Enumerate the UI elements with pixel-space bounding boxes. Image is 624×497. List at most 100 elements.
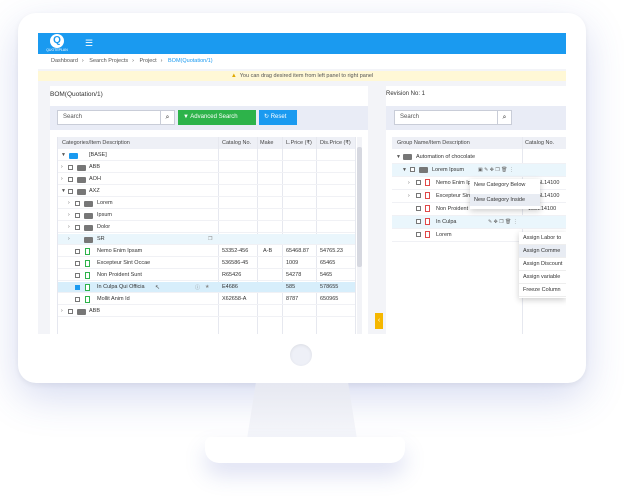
document-icon — [85, 247, 90, 255]
document-icon — [425, 230, 430, 238]
table-row[interactable]: › Lorem — [58, 198, 355, 209]
col-catalog[interactable]: Catalog No. — [222, 140, 251, 146]
table-row[interactable]: ▼ AXZ — [58, 186, 355, 197]
scrollbar[interactable] — [357, 137, 362, 334]
search-icon[interactable]: ⌕ — [497, 111, 511, 124]
folder-icon — [84, 200, 93, 207]
chevron-right-icon[interactable]: › — [61, 164, 63, 170]
row-checkbox[interactable] — [68, 165, 73, 170]
copy-icon[interactable]: ❐ — [208, 236, 212, 242]
monitor-stand — [247, 383, 357, 439]
chevron-right-icon[interactable]: › — [408, 193, 410, 199]
chevron-right-icon[interactable]: › — [68, 236, 70, 242]
logo-mark: Q — [50, 34, 64, 48]
document-icon — [85, 271, 90, 279]
row-checkbox[interactable] — [75, 249, 80, 254]
col-catalog[interactable]: Catalog No. — [525, 140, 554, 146]
table-row[interactable]: › Ipsum — [58, 210, 355, 221]
hamburger-icon[interactable]: ☰ — [85, 39, 93, 48]
row-checkbox[interactable] — [75, 201, 80, 206]
row-checkbox[interactable] — [68, 309, 73, 314]
menu-freeze-column[interactable]: Freeze Column — [519, 284, 566, 297]
table-row[interactable]: › ABB — [58, 162, 355, 173]
notice-text: You can drag desired item from left pane… — [239, 73, 374, 79]
chevron-right-icon[interactable]: › — [68, 200, 70, 206]
breadcrumb-search-projects[interactable]: Search Projects — [89, 58, 128, 64]
search-icon[interactable]: ⌕ — [160, 111, 174, 124]
row-checkbox[interactable] — [68, 189, 73, 194]
document-icon — [425, 178, 430, 186]
menu-assign-discount[interactable]: Assign Discount — [519, 258, 566, 271]
chevron-right-icon[interactable]: › — [61, 308, 63, 314]
search-input[interactable]: Search ⌕ — [394, 110, 512, 125]
row-checkbox[interactable] — [75, 261, 80, 266]
app-logo[interactable]: Q QUOTEPLAN — [42, 34, 72, 53]
folder-icon — [84, 224, 93, 231]
monitor-base — [205, 437, 405, 463]
table-row[interactable]: In Culpa Qui Officia ↖ ⓘ ★ E4686 585 578… — [58, 282, 355, 293]
search-input[interactable]: Search ⌕ — [57, 110, 175, 125]
chevron-down-icon[interactable]: ▼ — [61, 188, 66, 194]
row-checkbox[interactable] — [416, 219, 421, 224]
col-description[interactable]: Categories/Item Description — [62, 140, 130, 146]
breadcrumb-current: BOM(Quotation/1) — [168, 58, 213, 64]
col-lprice[interactable]: L.Price (₹) — [286, 140, 312, 146]
row-action-icons[interactable]: ✎ ✥ ❐ 🗑 ⋮ — [488, 219, 518, 225]
table-row[interactable]: In Culpa ✎ ✥ ❐ 🗑 ⋮ — [392, 216, 566, 229]
chevron-right-icon[interactable]: › — [408, 180, 410, 186]
chevron-right-icon[interactable]: › — [61, 176, 63, 182]
menu-assign-variable[interactable]: Assign variable — [519, 271, 566, 284]
info-icon[interactable]: ⓘ — [195, 284, 200, 291]
table-header: Categories/Item Description Catalog No. … — [58, 137, 355, 149]
col-dprice[interactable]: Dis.Price (₹) — [320, 140, 351, 146]
table-row[interactable]: Non Proident Sunt R65426 54278 5465 — [58, 270, 355, 281]
advanced-search-button[interactable]: ▼ Advanced Search — [178, 110, 256, 125]
scroll-thumb[interactable] — [357, 147, 362, 267]
chevron-right-icon[interactable]: › — [68, 224, 70, 230]
col-group-description[interactable]: Group Name/Item Description — [397, 140, 470, 146]
table-row[interactable]: › ABB — [58, 306, 355, 317]
row-action-icons[interactable]: ▣ ✎ ✥ ❐ 🗑 ⋮ — [478, 167, 514, 173]
table-row[interactable]: Mollit Anim Id X62658-A 8787 650965 — [58, 294, 355, 305]
row-checkbox[interactable] — [68, 177, 73, 182]
menu-assign-labor[interactable]: Assign Labor to — [519, 232, 566, 245]
table-row[interactable]: › AOH — [58, 174, 355, 185]
row-checkbox[interactable] — [416, 206, 421, 211]
row-checkbox[interactable] — [75, 297, 80, 302]
table-row[interactable]: › SR ❐ — [58, 234, 355, 245]
monitor-button — [290, 344, 312, 366]
row-checkbox[interactable] — [416, 232, 421, 237]
chevron-down-icon[interactable]: ▼ — [396, 154, 401, 160]
row-checkbox[interactable] — [75, 285, 80, 290]
col-make[interactable]: Make — [260, 140, 273, 146]
chevron-right-icon[interactable]: › — [68, 212, 70, 218]
breadcrumb-dashboard[interactable]: Dashboard — [51, 58, 78, 64]
table-row[interactable]: Excepteur Sint Occae 536586-45 1009 6546… — [58, 258, 355, 269]
folder-icon — [419, 166, 428, 173]
table-row[interactable]: ▼ Lorem Ipsum ▣ ✎ ✥ ❐ 🗑 ⋮ — [392, 164, 566, 177]
table-row[interactable]: ▼ [BASE] — [58, 150, 355, 161]
breadcrumb-project[interactable]: Project — [140, 58, 157, 64]
panel-title: BOM(Quotation/1) — [50, 91, 103, 98]
row-checkbox[interactable] — [75, 213, 80, 218]
row-checkbox[interactable] — [75, 225, 80, 230]
row-checkbox[interactable] — [410, 167, 415, 172]
chevron-down-icon[interactable]: ▼ — [402, 167, 407, 173]
table-row[interactable]: ▼ Automation of chocolate — [392, 151, 566, 164]
revision-title: Revision No: 1 — [386, 91, 426, 97]
reset-button[interactable]: ↻ Reset — [259, 110, 297, 125]
star-icon[interactable]: ★ — [205, 284, 209, 290]
document-icon — [425, 191, 430, 199]
row-checkbox[interactable] — [416, 193, 421, 198]
menu-new-category-below[interactable]: New Category Below — [474, 182, 525, 188]
table-row[interactable]: › Dolor — [58, 222, 355, 233]
row-checkbox[interactable] — [75, 273, 80, 278]
menu-new-category-inside[interactable]: New Category Inside — [470, 194, 540, 206]
chevron-down-icon[interactable]: ▼ — [61, 152, 66, 158]
collapse-panel-button[interactable]: ‹ — [375, 313, 383, 329]
document-icon — [425, 204, 430, 212]
table-row[interactable]: Nemo Enim Ipsam 53352-456 A-B 65468.87 5… — [58, 246, 355, 257]
row-checkbox[interactable] — [416, 180, 421, 185]
menu-assign-comment[interactable]: Assign Comme — [519, 245, 566, 258]
folder-icon — [77, 188, 86, 195]
